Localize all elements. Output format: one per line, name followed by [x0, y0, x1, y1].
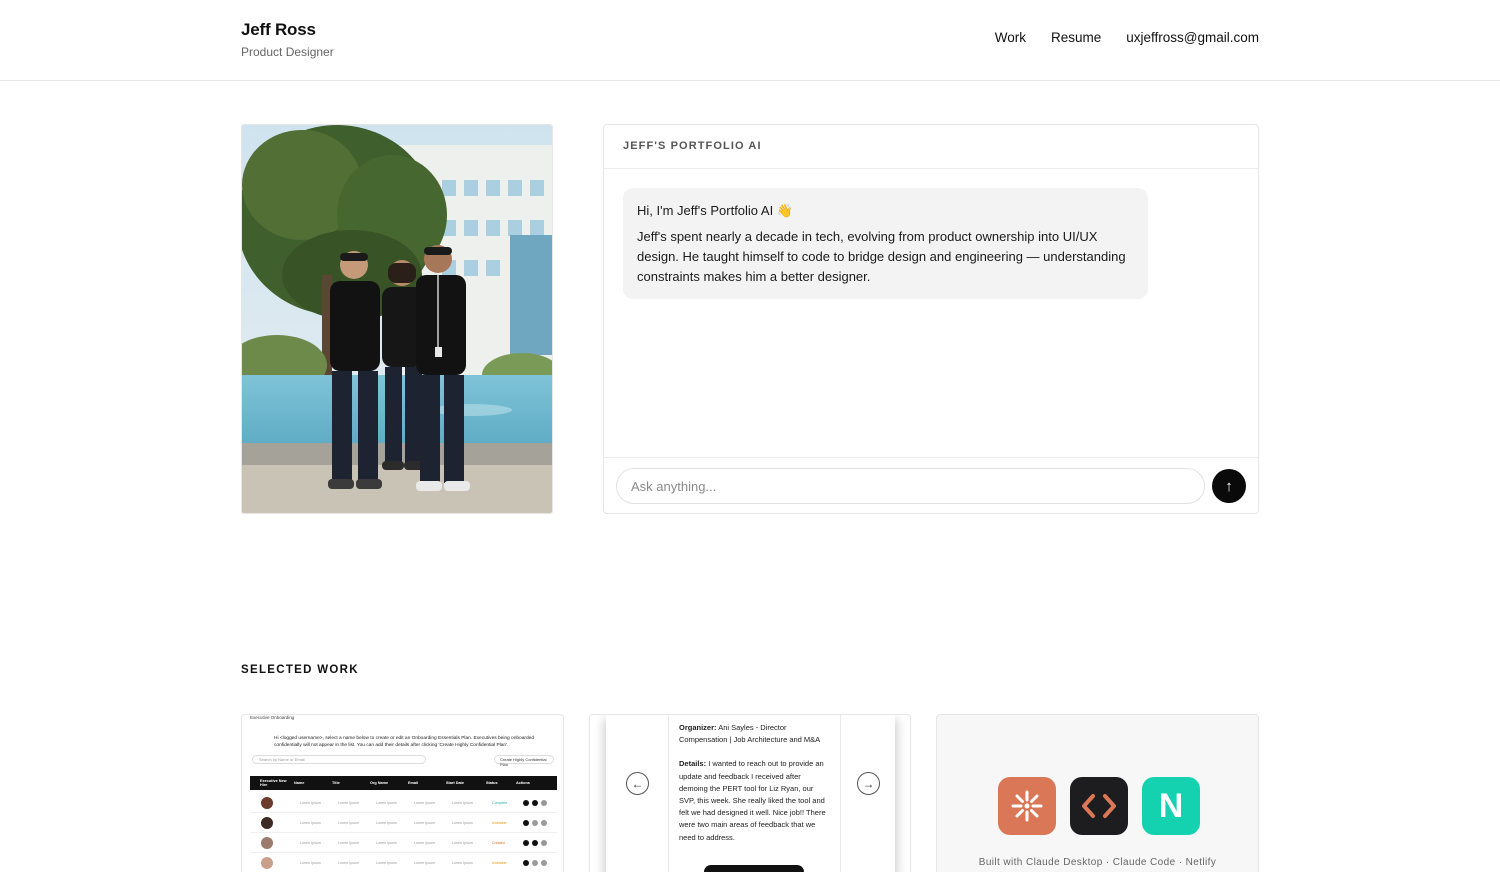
nav-resume-link[interactable]: Resume: [1051, 30, 1101, 45]
table-cell: Lorem Ipsum: [414, 860, 435, 865]
table-row: Lorem Ipsum Lorem Ipsum Lorem Ipsum Lore…: [250, 833, 557, 853]
organizer-label: Organizer:: [679, 723, 717, 732]
table-cell: Lorem Ipsum: [338, 800, 359, 805]
table-cell: Lorem Ipsum: [414, 840, 435, 845]
table-cell: Lorem Ipsum: [300, 840, 321, 845]
avatar: [261, 796, 273, 809]
chat-composer: ↑: [604, 457, 1258, 513]
col-actions: Actions: [516, 781, 530, 785]
work-card-pert-feedback[interactable]: Organizer: Ani Sayles - Director Compens…: [589, 714, 911, 872]
row-actions: [523, 859, 547, 866]
status-badge: Available: [492, 820, 507, 825]
avatar: [261, 856, 273, 869]
main-nav: Work Resume uxjeffross@gmail.com: [995, 30, 1259, 45]
profile-photo: [241, 124, 553, 514]
table-row: Lorem Ipsum Lorem Ipsum Lorem Ipsum Lore…: [250, 793, 557, 813]
site-header: Jeff Ross Product Designer Work Resume u…: [0, 0, 1500, 81]
tool-icons: N: [998, 777, 1200, 835]
status-badge: Available: [492, 860, 507, 865]
card1-search-input: Search by Name or Email: [252, 755, 426, 764]
status-badge: Complete: [492, 800, 508, 805]
avatar: [261, 816, 273, 829]
claude-code-icon: [1070, 777, 1128, 835]
table-row: Lorem Ipsum Lorem Ipsum Lorem Ipsum Lore…: [250, 853, 557, 872]
arrow-up-icon: ↑: [1225, 477, 1233, 495]
table-cell: Lorem Ipsum: [452, 800, 473, 805]
assistant-message-text: Jeff's spent nearly a decade in tech, ev…: [637, 229, 1126, 284]
table-cell: Lorem Ipsum: [300, 860, 321, 865]
table-cell: Lorem Ipsum: [414, 820, 435, 825]
brand-name[interactable]: Jeff Ross: [241, 20, 316, 40]
col-org: Org Name: [370, 781, 389, 785]
work-card-executive-onboarding[interactable]: Executive Onboarding Hi <logged username…: [241, 714, 564, 872]
table-cell: Lorem Ipsum: [452, 820, 473, 825]
col-title: Title: [332, 781, 340, 785]
card1-table-header: Executive New Hire Name Title Org Name E…: [250, 776, 557, 790]
table-cell: Lorem Ipsum: [300, 800, 321, 805]
assistant-message: Hi, I'm Jeff's Portfolio AI 👋 Jeff's spe…: [623, 188, 1148, 299]
selected-work-title: SELECTED WORK: [241, 664, 359, 676]
table-row: Lorem Ipsum Lorem Ipsum Lorem Ipsum Lore…: [250, 813, 557, 833]
avatar: [261, 836, 273, 849]
status-badge: Created: [492, 840, 505, 845]
details-value: I wanted to reach out to provide an upda…: [679, 759, 826, 842]
row-actions: [523, 839, 547, 846]
table-cell: Lorem Ipsum: [376, 820, 397, 825]
table-cell: Lorem Ipsum: [376, 860, 397, 865]
card1-intro-text: Hi <logged username>, select a name belo…: [274, 736, 534, 748]
chat-title: JEFF'S PORTFOLIO AI: [604, 125, 1258, 169]
chat-input[interactable]: [616, 468, 1205, 504]
assistant-greeting: Hi, I'm Jeff's Portfolio AI 👋: [637, 203, 794, 218]
table-cell: Lorem Ipsum: [338, 820, 359, 825]
table-cell: Lorem Ipsum: [338, 840, 359, 845]
nav-email-link[interactable]: uxjeffross@gmail.com: [1126, 30, 1259, 45]
col-start: Start Date: [446, 781, 464, 785]
arrow-right-icon: →: [862, 776, 875, 791]
next-slide-button[interactable]: →: [857, 772, 880, 795]
brand-role: Product Designer: [241, 45, 334, 59]
netlify-icon: N: [1142, 777, 1200, 835]
table-cell: Lorem Ipsum: [338, 860, 359, 865]
table-cell: Lorem Ipsum: [376, 800, 397, 805]
portfolio-ai-chat: JEFF'S PORTFOLIO AI Hi, I'm Jeff's Portf…: [603, 124, 1259, 514]
row-actions: [523, 799, 547, 806]
col-name: Name: [294, 781, 305, 785]
card1-breadcrumb: Executive Onboarding: [250, 715, 295, 720]
table-cell: Lorem Ipsum: [376, 840, 397, 845]
built-with-caption: Built with Claude Desktop · Claude Code …: [978, 857, 1217, 868]
arrow-left-icon: ←: [631, 776, 644, 791]
col-executive: Executive New Hire: [260, 779, 287, 787]
col-status: Status: [486, 781, 498, 785]
row-actions: [523, 819, 547, 826]
work-card-portfolio-ai[interactable]: N Built with Claude Desktop · Claude Cod…: [936, 714, 1259, 872]
table-cell: Lorem Ipsum: [300, 820, 321, 825]
nav-work-link[interactable]: Work: [995, 30, 1026, 45]
table-cell: Lorem Ipsum: [414, 800, 435, 805]
table-cell: Lorem Ipsum: [452, 860, 473, 865]
card1-plan-button: Create Highly Confidential Plan: [494, 755, 554, 767]
send-button[interactable]: ↑: [1212, 469, 1246, 503]
table-cell: Lorem Ipsum: [452, 840, 473, 845]
claude-desktop-icon: [998, 777, 1056, 835]
card2-button-shape: [704, 865, 804, 872]
col-email: Email: [408, 781, 419, 785]
details-label: Details:: [679, 759, 707, 769]
prev-slide-button[interactable]: ←: [626, 772, 649, 795]
card2-document: Organizer: Ani Sayles - Director Compens…: [668, 715, 841, 872]
